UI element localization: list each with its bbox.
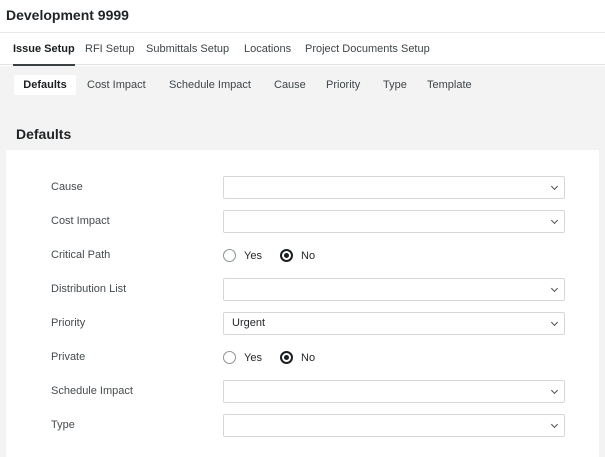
cause-label: Cause	[51, 181, 83, 193]
tab-submittals-setup[interactable]: Submittals Setup	[146, 33, 229, 65]
private-yes-label: Yes	[244, 351, 262, 364]
tab-locations[interactable]: Locations	[244, 33, 291, 65]
chevron-down-icon	[550, 216, 559, 225]
chevron-down-icon	[550, 420, 559, 429]
schedule-impact-label: Schedule Impact	[51, 385, 133, 397]
subtab-defaults[interactable]: Defaults	[14, 75, 76, 95]
chevron-down-icon	[550, 284, 559, 293]
subtab-template[interactable]: Template	[427, 75, 472, 95]
subtab-cause[interactable]: Cause	[274, 75, 306, 95]
private-yes-radio[interactable]: Yes	[223, 346, 262, 369]
priority-select[interactable]: Urgent	[223, 312, 565, 335]
defaults-panel: Defaults Cause Cost Impact Critical Path…	[6, 114, 599, 457]
radio-checked-icon	[280, 249, 293, 262]
critical-path-no-label: No	[301, 249, 316, 262]
distribution-list-label: Distribution List	[51, 283, 127, 295]
priority-label: Priority	[51, 317, 86, 329]
project-title: Development 9999	[6, 7, 129, 23]
priority-value: Urgent	[232, 317, 266, 329]
subtab-schedule-impact[interactable]: Schedule Impact	[169, 75, 251, 95]
private-label: Private	[51, 351, 86, 363]
cost-impact-label: Cost Impact	[51, 215, 110, 227]
critical-path-label: Critical Path	[51, 249, 111, 261]
subtab-cost-impact[interactable]: Cost Impact	[87, 75, 146, 95]
tab-rfi-setup[interactable]: RFI Setup	[85, 33, 135, 65]
cause-select[interactable]	[223, 176, 565, 199]
private-no-label: No	[301, 351, 316, 364]
critical-path-yes-label: Yes	[244, 249, 262, 262]
radio-unchecked-icon	[223, 351, 236, 364]
subtab-type[interactable]: Type	[383, 75, 407, 95]
tab-project-documents-setup[interactable]: Project Documents Setup	[305, 33, 430, 65]
private-no-radio[interactable]: No	[280, 346, 315, 369]
sub-tabs: Defaults Cost Impact Schedule Impact Cau…	[0, 72, 605, 98]
setup-tabs: Issue Setup RFI Setup Submittals Setup L…	[0, 32, 605, 66]
cost-impact-select[interactable]	[223, 210, 565, 233]
panel-header: Defaults	[6, 114, 599, 150]
chevron-down-icon	[550, 318, 559, 327]
chevron-down-icon	[550, 386, 559, 395]
type-select[interactable]	[223, 414, 565, 437]
schedule-impact-select[interactable]	[223, 380, 565, 403]
radio-checked-icon	[280, 351, 293, 364]
type-label: Type	[51, 419, 75, 431]
critical-path-no-radio[interactable]: No	[280, 244, 315, 267]
chevron-down-icon	[550, 182, 559, 191]
subtab-priority[interactable]: Priority	[326, 75, 360, 95]
tab-issue-setup[interactable]: Issue Setup	[13, 33, 75, 66]
radio-unchecked-icon	[223, 249, 236, 262]
critical-path-yes-radio[interactable]: Yes	[223, 244, 262, 267]
panel-title: Defaults	[16, 126, 72, 142]
distribution-list-select[interactable]	[223, 278, 565, 301]
